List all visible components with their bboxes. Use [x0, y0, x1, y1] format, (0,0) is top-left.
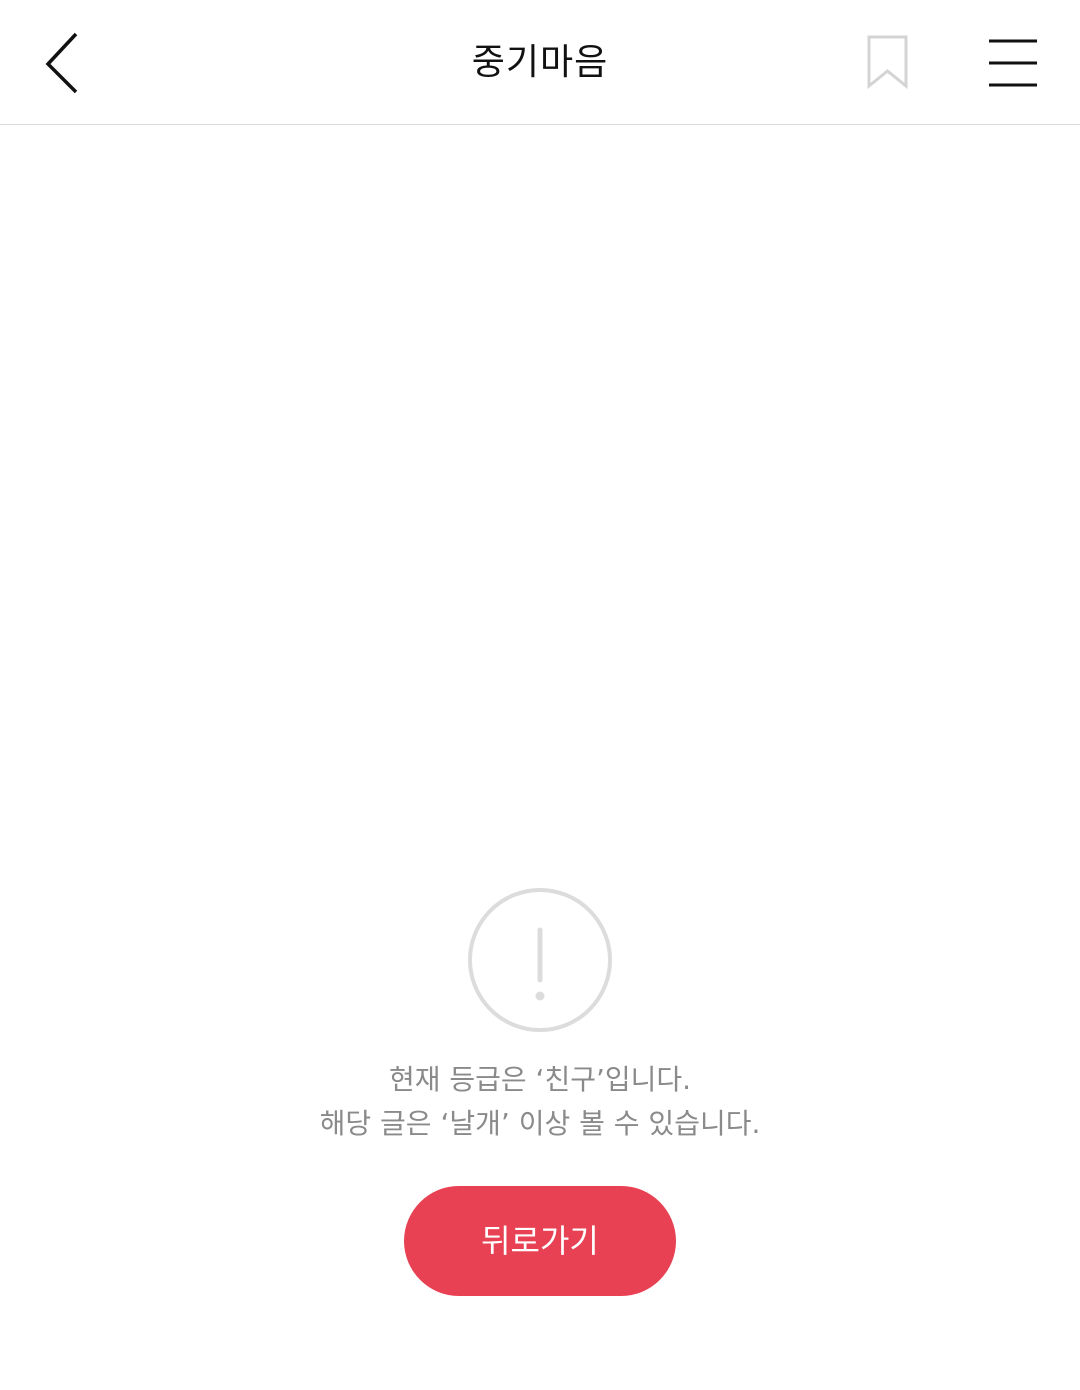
back-button[interactable]	[30, 22, 100, 106]
required-grade-message: 해당 글은 ‘날개’ 이상 볼 수 있습니다.	[319, 1107, 761, 1140]
go-back-button[interactable]: 뒤로가기	[404, 1186, 676, 1296]
page-title: 중기마음	[471, 42, 609, 83]
chevron-left-icon	[45, 32, 78, 94]
bookmark-icon	[867, 35, 908, 90]
bookmark-button[interactable]	[858, 28, 918, 98]
menu-button[interactable]	[980, 30, 1046, 96]
exclamation-circle-icon	[468, 888, 612, 1032]
current-grade-message: 현재 등급은 ‘친구’입니다.	[388, 1063, 692, 1096]
hamburger-menu-icon	[989, 39, 1037, 87]
top-app-bar: 중기마음	[0, 0, 1080, 125]
